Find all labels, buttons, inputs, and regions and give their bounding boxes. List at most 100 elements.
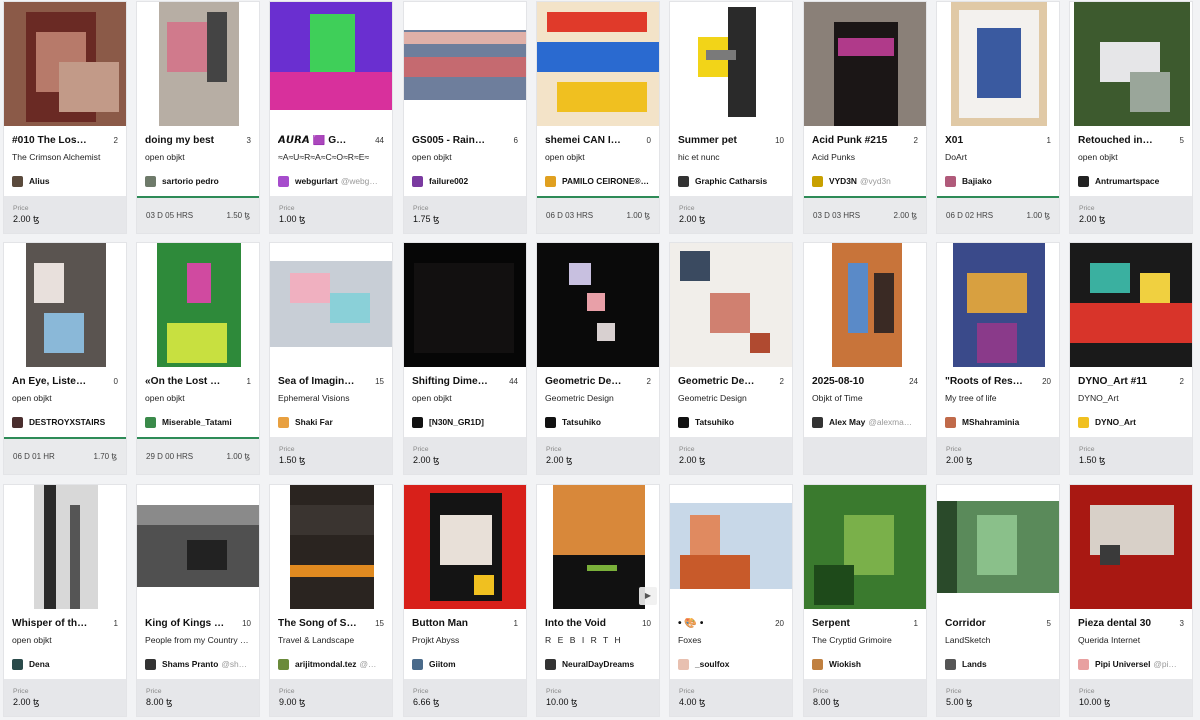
artwork-thumbnail[interactable]: [537, 243, 659, 367]
artwork-thumbnail[interactable]: [804, 485, 926, 609]
artwork-card[interactable]: Shifting Dime… 44 open objkt [N30N_GR1D] Pri…: [403, 242, 527, 475]
artist-row[interactable]: PAMILO CEIRONE®…: [545, 174, 651, 188]
play-icon[interactable]: ▶: [639, 587, 657, 605]
artwork-card[interactable]: 𝘼𝙐𝙍𝘼 🟪 G… 44 ≈A≈U≈R≈A≈C≈O≈R≈E≈ webgurlart @w…: [269, 1, 393, 234]
artwork-title[interactable]: #010 The Los…: [12, 135, 87, 146]
artist-name[interactable]: failure002: [429, 176, 468, 186]
artwork-thumbnail[interactable]: [1070, 485, 1192, 609]
artist-name[interactable]: Lands: [962, 659, 987, 669]
artwork-card[interactable]: 2025-08-10 24 Objkt of Time Alex May @alexma…: [803, 242, 927, 475]
artwork-title[interactable]: Pieza dental 30: [1078, 618, 1151, 629]
artwork-title[interactable]: King of Kings …: [145, 618, 224, 629]
artwork-title[interactable]: Geometric De…: [678, 376, 754, 387]
artwork-thumbnail[interactable]: [537, 2, 659, 126]
artist-row[interactable]: Bajiako: [945, 174, 1051, 188]
artwork-card[interactable]: GS005 - Rain… 6 open objkt failure002 Price 1…: [403, 1, 527, 234]
artist-row[interactable]: Alex May @alexma…: [812, 415, 918, 429]
artwork-card[interactable]: «On the Lost … 1 open objkt Miserable_Tatam…: [136, 242, 260, 475]
artwork-title[interactable]: Corridor: [945, 618, 986, 629]
artwork-card[interactable]: Summer pet 10 hic et nunc Graphic Catharsis…: [669, 1, 793, 234]
artwork-card[interactable]: Pieza dental 30 3 Querida Internet Pipi Uni…: [1069, 484, 1193, 717]
artist-name[interactable]: DESTROYXSTAIRS: [29, 417, 105, 427]
collection-name[interactable]: open objkt: [145, 393, 251, 405]
artist-name[interactable]: sartorio pedro: [162, 176, 219, 186]
artwork-thumbnail[interactable]: [670, 243, 792, 367]
artist-row[interactable]: Antrumartspace: [1078, 174, 1184, 188]
artist-name[interactable]: Alius: [29, 176, 49, 186]
artist-name[interactable]: Alex May: [829, 417, 865, 427]
artist-name[interactable]: Tatsuhiko: [695, 417, 734, 427]
artist-row[interactable]: _soulfox: [678, 657, 784, 671]
collection-name[interactable]: open objkt: [1078, 152, 1184, 164]
artwork-card[interactable]: Whisper of th… 1 open objkt Dena Price 2.00 ꜩ: [3, 484, 127, 717]
artwork-card[interactable]: DYNO_Art #11 2 DYNO_Art DYNO_Art Price 1.50 ꜩ: [1069, 242, 1193, 475]
artist-name[interactable]: Shams Pranto: [162, 659, 218, 669]
artist-row[interactable]: VYD3N @vyd3n: [812, 174, 918, 188]
artwork-thumbnail[interactable]: [137, 485, 259, 609]
artist-row[interactable]: Shams Pranto @sh…: [145, 657, 251, 671]
artwork-title[interactable]: Geometric De…: [545, 376, 621, 387]
artwork-title[interactable]: X01: [945, 135, 963, 146]
artwork-title[interactable]: shemei CAN I…: [545, 135, 621, 146]
artwork-title[interactable]: doing my best: [145, 135, 214, 146]
artwork-title[interactable]: DYNO_Art #11: [1078, 376, 1147, 387]
collection-name[interactable]: Travel & Landscape: [278, 635, 384, 647]
artwork-card[interactable]: King of Kings … 10 People from my Country …: [136, 484, 260, 717]
artwork-card[interactable]: The Song of S… 15 Travel & Landscape arijit…: [269, 484, 393, 717]
artist-row[interactable]: Miserable_Tatami: [145, 415, 251, 429]
artwork-thumbnail[interactable]: [804, 2, 926, 126]
artwork-card[interactable]: X01 1 DoArt Bajiako 06 D 02 HRS 1.00 ꜩ: [936, 1, 1060, 234]
artist-row[interactable]: Graphic Catharsis: [678, 174, 784, 188]
artwork-thumbnail[interactable]: [137, 243, 259, 367]
artist-name[interactable]: arijitmondal.tez: [295, 659, 356, 669]
artist-row[interactable]: MShahraminia: [945, 415, 1051, 429]
artwork-thumbnail[interactable]: [804, 243, 926, 367]
artist-row[interactable]: DYNO_Art: [1078, 415, 1184, 429]
artist-name[interactable]: Graphic Catharsis: [695, 176, 767, 186]
artist-name[interactable]: [N30N_GR1D]: [429, 417, 484, 427]
artwork-card[interactable]: ▶ Into the Void 10 R E B I R T H NeuralDayDr…: [536, 484, 660, 717]
artist-name[interactable]: webgurlart: [295, 176, 338, 186]
artwork-thumbnail[interactable]: [670, 2, 792, 126]
artwork-title[interactable]: An Eye, Liste…: [12, 376, 86, 387]
artwork-title[interactable]: Acid Punk #215: [812, 135, 887, 146]
artwork-card[interactable]: Corridor 5 LandSketch Lands Price 5.00 ꜩ: [936, 484, 1060, 717]
artwork-title[interactable]: "Roots of Res…: [945, 376, 1023, 387]
collection-name[interactable]: The Crimson Alchemist: [12, 152, 118, 164]
collection-name[interactable]: Acid Punks: [812, 152, 918, 164]
artist-row[interactable]: DESTROYXSTAIRS: [12, 415, 118, 429]
collection-name[interactable]: R E B I R T H: [545, 635, 651, 647]
artist-row[interactable]: Shaki Far: [278, 415, 384, 429]
artwork-title[interactable]: Button Man: [412, 618, 468, 629]
artwork-card[interactable]: shemei CAN I… 0 open objkt PAMILO CEIRONE®……: [536, 1, 660, 234]
artwork-card[interactable]: • 🎨 • 20 Foxes _soulfox Price 4.00 ꜩ: [669, 484, 793, 717]
artwork-thumbnail[interactable]: [4, 243, 126, 367]
artist-row[interactable]: Tatsuhiko: [678, 415, 784, 429]
collection-name[interactable]: LandSketch: [945, 635, 1051, 647]
collection-name[interactable]: open objkt: [545, 152, 651, 164]
artist-row[interactable]: [N30N_GR1D]: [412, 415, 518, 429]
collection-name[interactable]: Ephemeral Visions: [278, 393, 384, 405]
artist-name[interactable]: NeuralDayDreams: [562, 659, 634, 669]
artwork-thumbnail[interactable]: [404, 243, 526, 367]
artwork-title[interactable]: Retouched in…: [1078, 135, 1153, 146]
artist-row[interactable]: arijitmondal.tez @…: [278, 657, 384, 671]
collection-name[interactable]: open objkt: [145, 152, 251, 164]
collection-name[interactable]: People from my Country …: [145, 635, 251, 647]
collection-name[interactable]: Geometric Design: [678, 393, 784, 405]
artist-row[interactable]: webgurlart @webg…: [278, 174, 384, 188]
artist-row[interactable]: Giitom: [412, 657, 518, 671]
collection-name[interactable]: Projkt Abyss: [412, 635, 518, 647]
artwork-thumbnail[interactable]: [270, 2, 392, 126]
collection-name[interactable]: open objkt: [12, 635, 118, 647]
artist-row[interactable]: NeuralDayDreams: [545, 657, 651, 671]
artist-name[interactable]: Tatsuhiko: [562, 417, 601, 427]
artwork-card[interactable]: Sea of Imagin… 15 Ephemeral Visions Shaki F…: [269, 242, 393, 475]
artwork-card[interactable]: Geometric De… 2 Geometric Design Tatsuhiko P…: [669, 242, 793, 475]
artwork-title[interactable]: • 🎨 •: [678, 618, 703, 629]
artist-name[interactable]: MShahraminia: [962, 417, 1019, 427]
artwork-card[interactable]: Acid Punk #215 2 Acid Punks VYD3N @vyd3n 03 D…: [803, 1, 927, 234]
artist-name[interactable]: DYNO_Art: [1095, 417, 1136, 427]
collection-name[interactable]: open objkt: [412, 152, 518, 164]
artist-row[interactable]: Tatsuhiko: [545, 415, 651, 429]
